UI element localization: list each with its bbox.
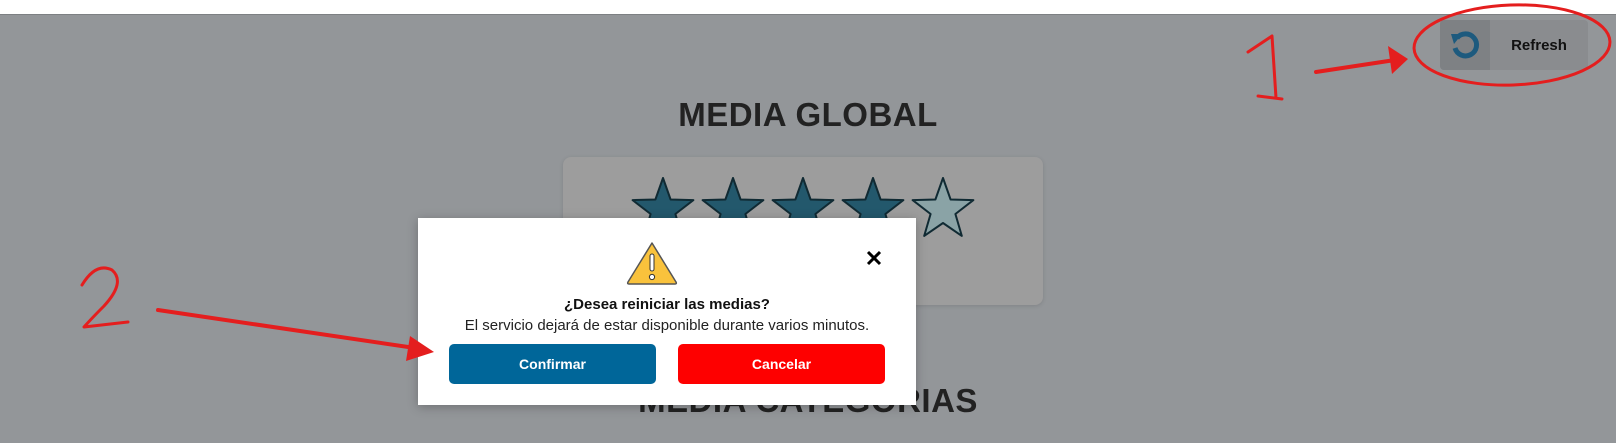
confirm-button[interactable]: Confirmar	[449, 344, 656, 384]
refresh-icon	[1440, 20, 1490, 70]
dialog-question: ¿Desea reiniciar las medias?	[564, 296, 770, 313]
dialog-message: El servicio dejará de estar disponible d…	[464, 317, 870, 334]
refresh-label: Refresh	[1511, 36, 1567, 54]
cancel-button[interactable]: Cancelar	[678, 344, 885, 384]
confirm-dialog: ¿Desea reiniciar las medias? El servicio…	[418, 218, 916, 405]
refresh-button[interactable]: Refresh	[1440, 20, 1588, 70]
star-empty-icon	[911, 177, 975, 237]
page: Refresh MEDIA GLOBAL MEDIA CATEGORIAS ¿D…	[0, 0, 1616, 443]
warning-icon	[625, 240, 679, 291]
global-average-title: MEDIA GLOBAL	[678, 96, 938, 133]
close-icon[interactable]	[864, 248, 884, 268]
